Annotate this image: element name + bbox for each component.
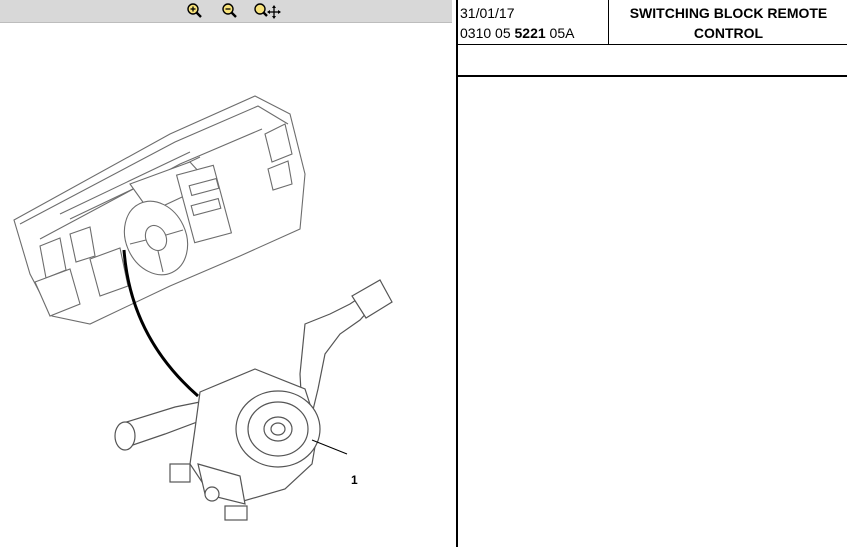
illustration-pane: 1: [0, 0, 456, 547]
reference-code: 0310 05 5221 05A: [460, 23, 606, 43]
parts-illustration: 1: [0, 24, 456, 547]
reference-suffix: 05A: [545, 25, 575, 41]
zoom-toolbar: [0, 0, 452, 23]
reference-prefix: 0310 05: [460, 25, 515, 41]
zoom-pan-icon[interactable]: [253, 2, 281, 20]
meta-cell: 31/01/17 0310 05 5221 05A: [460, 3, 606, 43]
callout-number[interactable]: 1: [351, 473, 358, 487]
empty-row: [458, 45, 847, 77]
header-table: 31/01/17 0310 05 5221 05A SWITCHING BLOC…: [458, 0, 847, 45]
zoom-in-icon[interactable]: [186, 2, 204, 20]
info-pane: 31/01/17 0310 05 5221 05A SWITCHING BLOC…: [458, 0, 847, 547]
date-text: 31/01/17: [460, 5, 515, 21]
zoom-out-icon[interactable]: [221, 2, 239, 20]
page-title: SWITCHING BLOCK REMOTE CONTROL: [629, 5, 828, 41]
reference-bold: 5221: [514, 25, 546, 41]
cell-separator: [608, 0, 609, 44]
